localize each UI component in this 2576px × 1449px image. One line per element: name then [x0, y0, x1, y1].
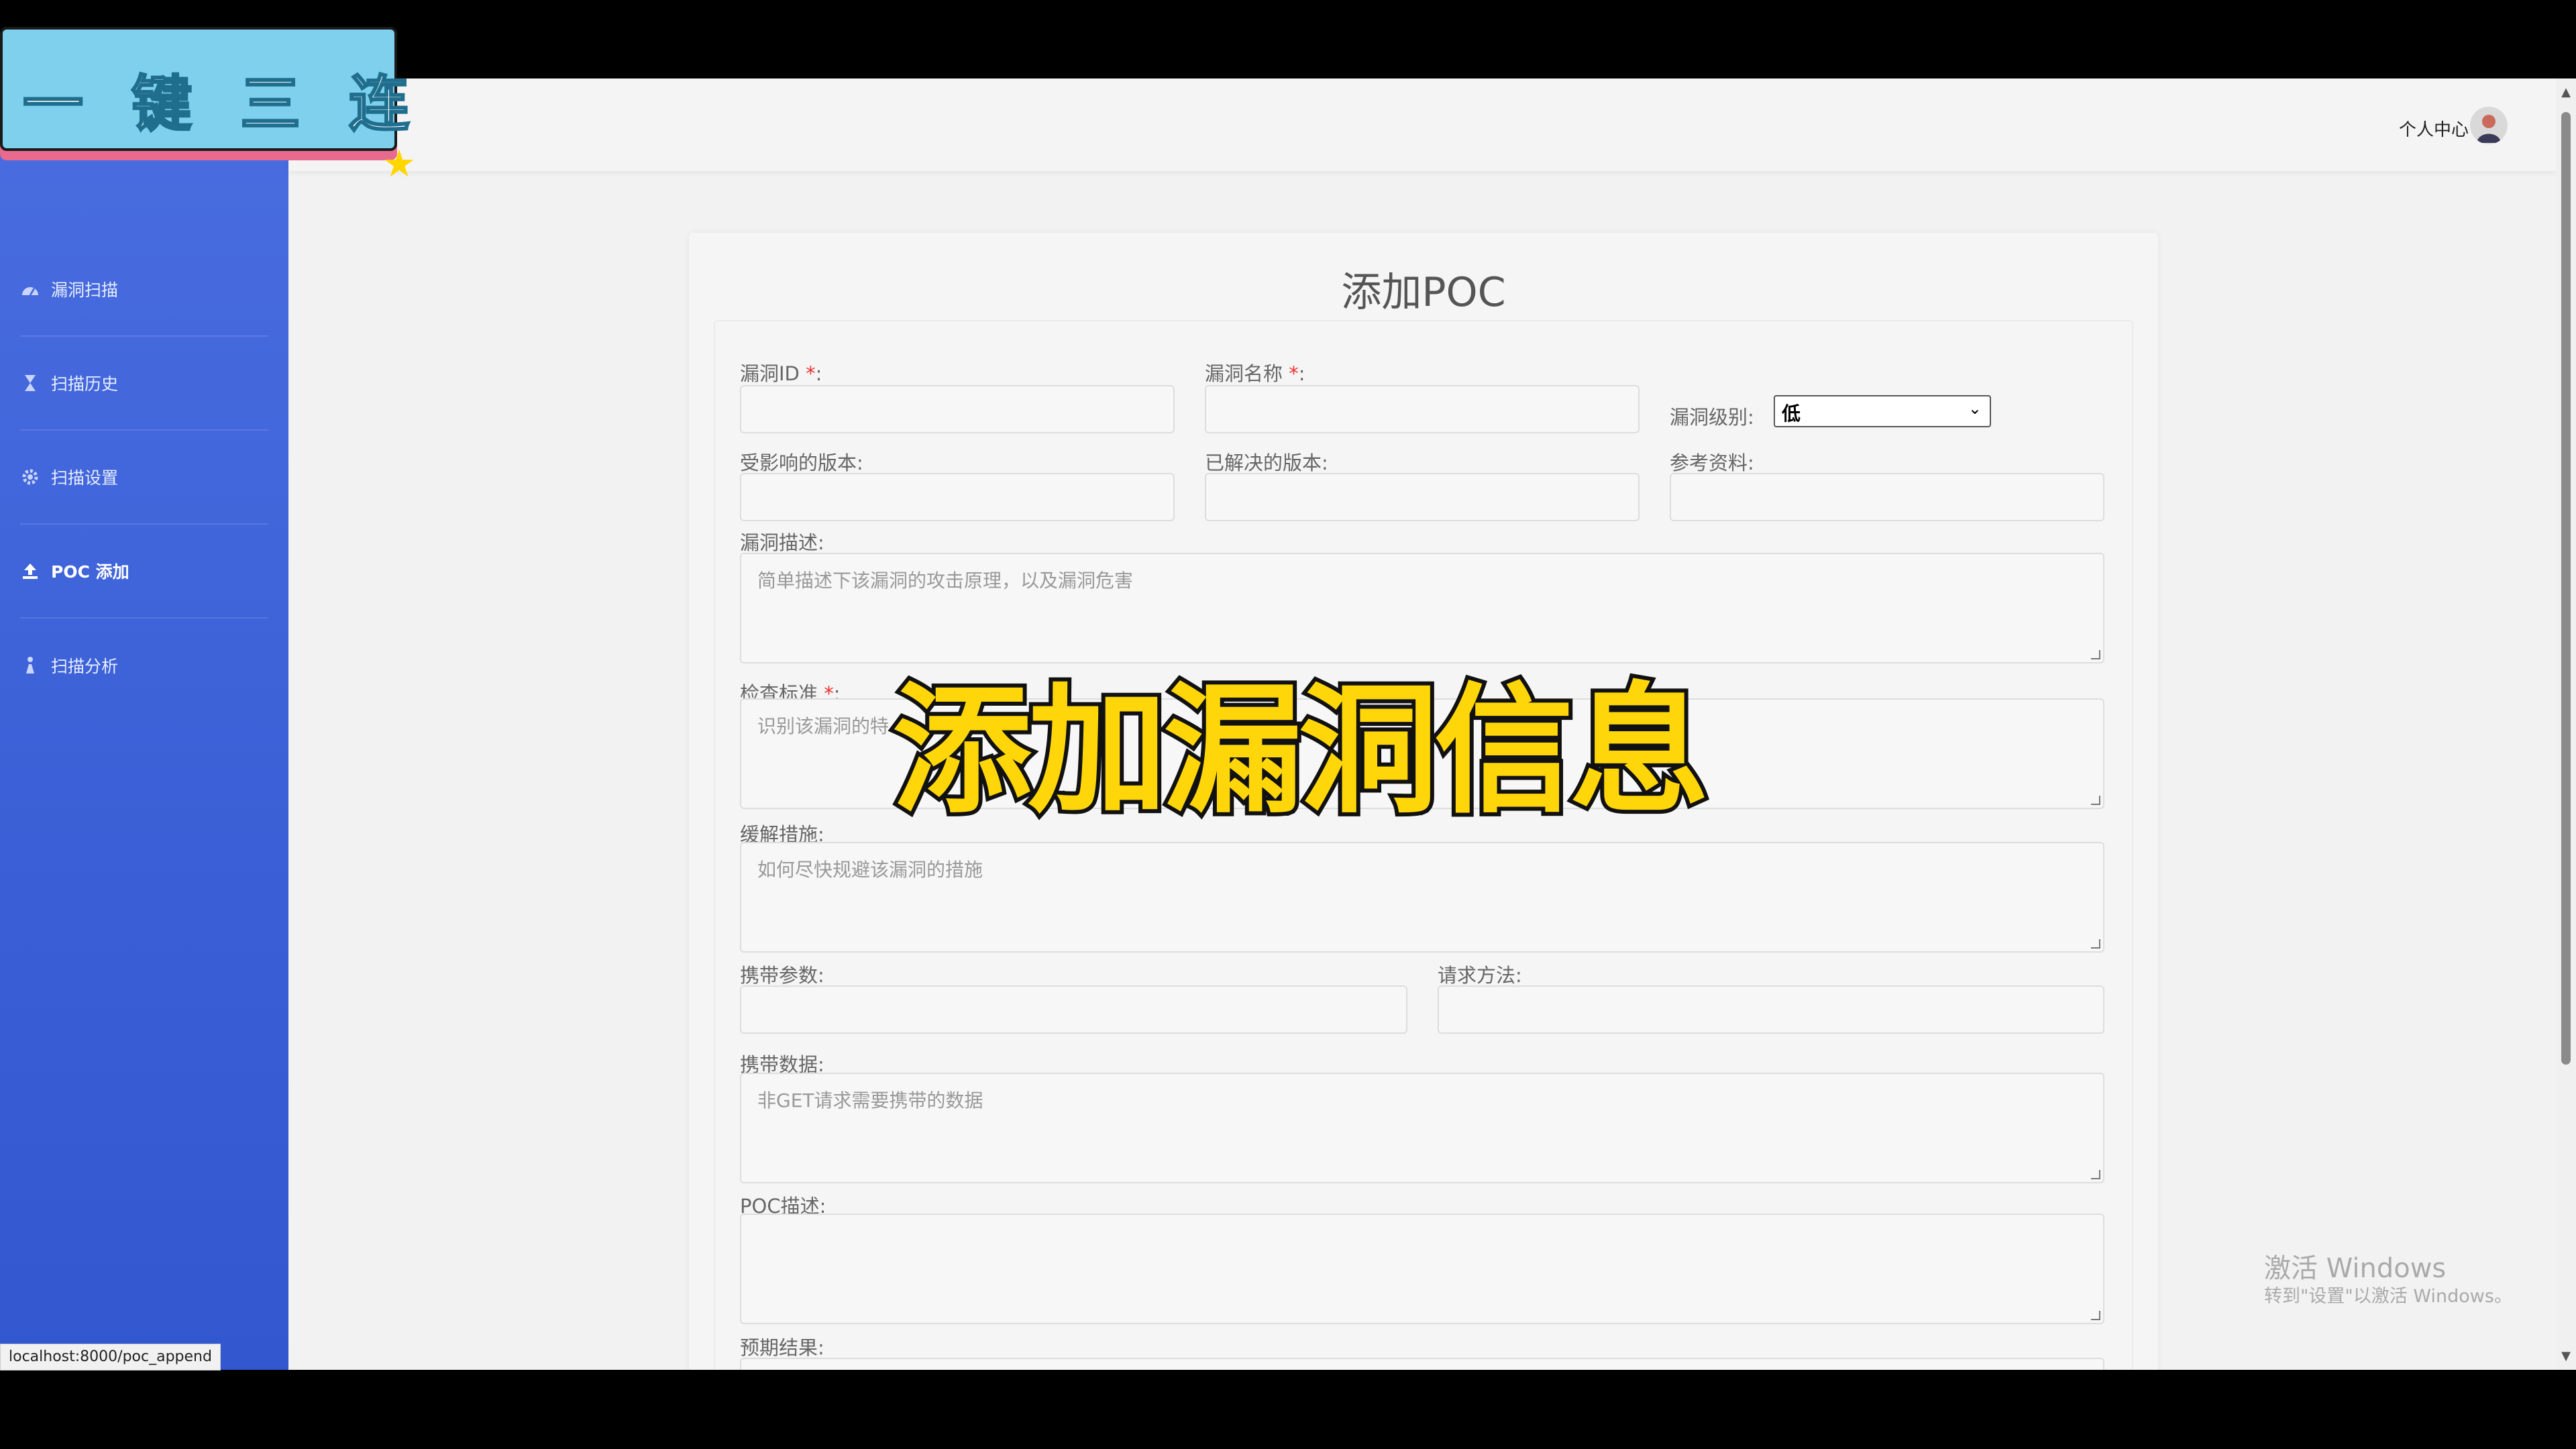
upload-icon	[20, 561, 40, 581]
sidebar-item-label: 漏洞扫描	[51, 280, 119, 300]
vuln-id-input[interactable]	[740, 385, 1175, 433]
user-center-link[interactable]: 个人中心	[2399, 116, 2469, 141]
sidebar-item-label: POC 添加	[51, 562, 129, 582]
dashboard-icon	[20, 279, 40, 299]
page-scrollbar[interactable]: ▲ ▼	[2556, 78, 2576, 1370]
params-label: 携带参数:	[740, 964, 824, 987]
expected-result-label: 预期结果:	[740, 1336, 824, 1359]
vuln-level-select[interactable]: 低 ⌄	[1774, 395, 1991, 427]
description-label: 漏洞描述:	[740, 531, 824, 554]
reference-input[interactable]	[1670, 473, 2104, 521]
poc-form: 漏洞ID *: 漏洞名称 *: 漏洞级别: 低 ⌄ 受影响的版本: 已解决的版本…	[714, 320, 2133, 1370]
analysis-icon	[20, 655, 40, 676]
data-textarea[interactable]: 非GET请求需要携带的数据	[740, 1073, 2104, 1183]
affected-version-label: 受影响的版本:	[740, 451, 863, 474]
vuln-id-label: 漏洞ID *:	[740, 362, 822, 385]
sidebar-item-label: 扫描历史	[51, 374, 119, 394]
windows-activation-subtitle: 转到"设置"以激活 Windows。	[2264, 1286, 2512, 1307]
star-icon: ★	[382, 142, 417, 186]
top-header: 个人中心	[288, 78, 2556, 171]
vuln-name-label: 漏洞名称 *:	[1205, 362, 1305, 385]
status-url: localhost:8000/poc_append	[0, 1344, 221, 1371]
params-input[interactable]	[740, 985, 1407, 1034]
banner-text: 一键三连	[22, 68, 458, 141]
sidebar-item-label: 扫描设置	[51, 468, 119, 488]
gear-icon	[20, 467, 40, 487]
mitigation-textarea[interactable]: 如何尽快规避该漏洞的措施	[740, 842, 2104, 953]
scroll-thumb[interactable]	[2561, 112, 2571, 1065]
scroll-up-icon[interactable]: ▲	[2560, 85, 2572, 99]
method-label: 请求方法:	[1438, 964, 1522, 987]
affected-version-input[interactable]	[740, 473, 1175, 521]
reference-label: 参考资料:	[1670, 451, 1754, 474]
sidebar-item-poc-add[interactable]: POC 添加	[20, 525, 268, 619]
sidebar: 漏洞扫描 扫描历史 扫描设置 POC 添加 扫描分析	[0, 78, 288, 1370]
method-input[interactable]	[1438, 985, 2104, 1034]
vuln-name-input[interactable]	[1205, 385, 1640, 433]
banner-sticker: 一键三连 ★	[0, 27, 416, 186]
windows-activation-title: 激活 Windows	[2264, 1253, 2447, 1284]
sidebar-item-scan-settings[interactable]: 扫描设置	[20, 431, 268, 525]
vuln-level-label: 漏洞级别:	[1670, 406, 1754, 429]
chevron-down-icon: ⌄	[1968, 399, 1982, 418]
sidebar-item-scan-analysis[interactable]: 扫描分析	[20, 619, 268, 712]
sidebar-item-label: 扫描分析	[51, 657, 119, 676]
sidebar-item-vuln-scan[interactable]: 漏洞扫描	[20, 243, 268, 337]
hourglass-icon	[20, 373, 40, 393]
page-title: 添加POC	[1341, 269, 1506, 316]
sidebar-item-scan-history[interactable]: 扫描历史	[20, 337, 268, 431]
avatar[interactable]	[2470, 107, 2508, 144]
video-caption: 添加漏洞信息	[888, 666, 1713, 837]
poc-desc-textarea[interactable]	[740, 1214, 2104, 1324]
scroll-down-icon[interactable]: ▼	[2560, 1349, 2572, 1363]
expected-result-input[interactable]	[740, 1358, 2104, 1370]
resolved-version-input[interactable]	[1205, 473, 1640, 521]
resolved-version-label: 已解决的版本:	[1205, 451, 1328, 474]
